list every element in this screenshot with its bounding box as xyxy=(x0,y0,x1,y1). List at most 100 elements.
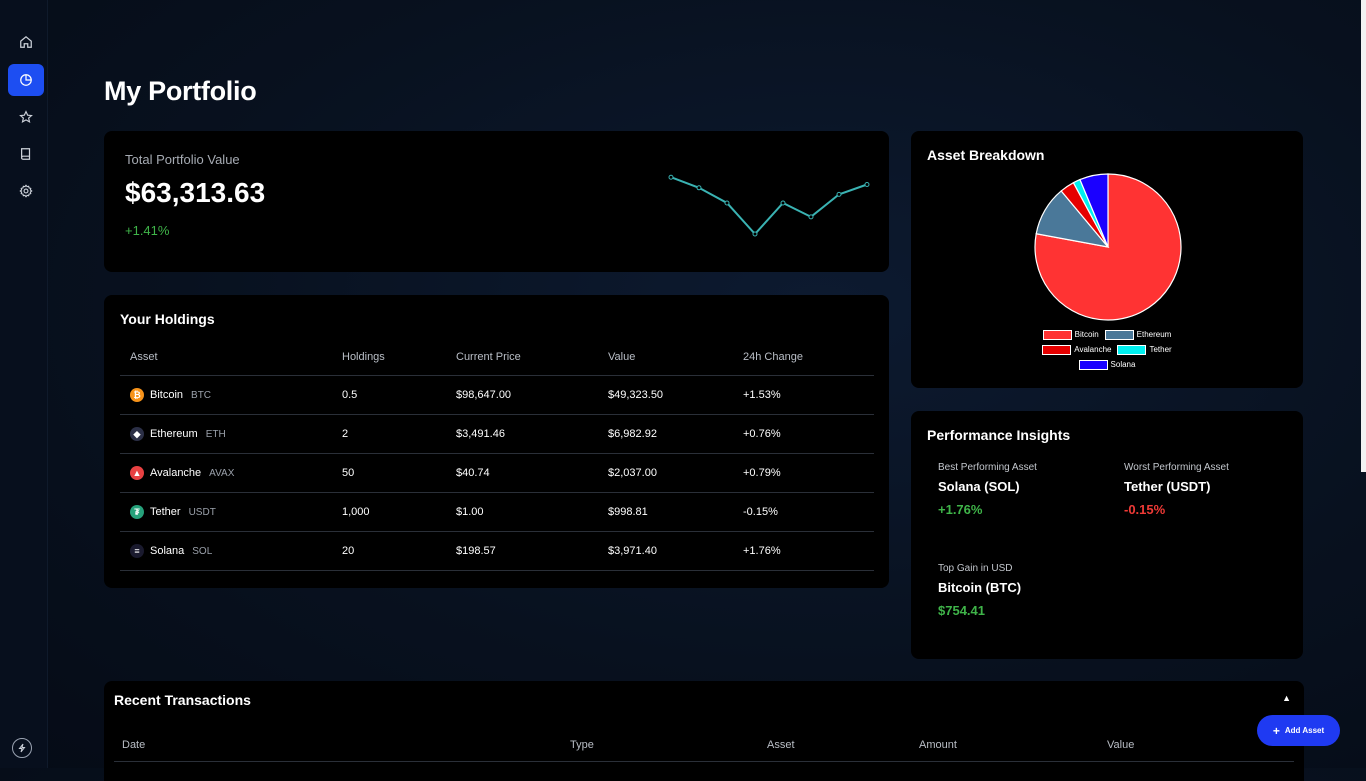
change-cell: +0.76% xyxy=(733,414,874,454)
column-header-value[interactable]: Value xyxy=(1107,739,1134,751)
holdings-cell: 2 xyxy=(332,414,446,454)
sidebar-item-portfolio[interactable] xyxy=(8,64,44,96)
worst-asset-label: Worst Performing Asset xyxy=(1124,462,1229,473)
asset-symbol: AVAX xyxy=(209,467,235,479)
legend-label: Tether xyxy=(1149,345,1172,354)
column-header-change[interactable]: 24h Change xyxy=(733,339,874,376)
price-cell: $98,647.00 xyxy=(446,375,598,415)
total-value-card: Total Portfolio Value $63,313.63 +1.41% xyxy=(104,131,889,272)
holdings-cell: 20 xyxy=(332,531,446,571)
price-cell: $3,491.46 xyxy=(446,414,598,454)
worst-asset-name: Tether (USDT) xyxy=(1124,479,1211,494)
table-row[interactable]: ₿ Bitcoin BTC 0.5 $98,647.00 $49,323.50 +1.53% xyxy=(120,375,874,415)
sparkline-point[interactable] xyxy=(752,231,758,237)
performance-insights-card: Performance Insights Best Performing Ass… xyxy=(911,411,1303,659)
legend-label: Avalanche xyxy=(1074,345,1112,354)
worst-asset-block: Worst Performing Asset Tether (USDT) -0.… xyxy=(1124,462,1229,517)
column-header-amount[interactable]: Amount xyxy=(919,739,957,751)
worst-asset-change: -0.15% xyxy=(1124,502,1166,517)
table-row[interactable]: ≡ Solana SOL 20 $198.57 $3,971.40 +1.76% xyxy=(120,531,874,571)
pie-legend: Bitcoin Ethereum Avalanche Tether Solana xyxy=(911,327,1303,372)
asset-symbol: SOL xyxy=(192,545,213,557)
legend-item-avalanche[interactable]: Avalanche xyxy=(1042,344,1112,355)
value-cell: $2,037.00 xyxy=(598,453,733,493)
column-header-type[interactable]: Type xyxy=(570,739,594,751)
best-asset-name: Solana (SOL) xyxy=(938,479,1020,494)
holdings-header-row: Asset Holdings Current Price Value 24h C… xyxy=(120,339,874,376)
sidebar-item-learn[interactable] xyxy=(8,138,44,170)
value-cell: $3,971.40 xyxy=(598,531,733,571)
column-header-value[interactable]: Value xyxy=(598,339,733,376)
scrollbar[interactable] xyxy=(1361,0,1366,472)
sidebar-item-settings[interactable] xyxy=(8,175,44,207)
change-cell: +1.53% xyxy=(733,375,874,415)
column-header-price[interactable]: Current Price xyxy=(446,339,598,376)
table-row[interactable]: ◆ Ethereum ETH 2 $3,491.46 $6,982.92 +0.76% xyxy=(120,414,874,454)
bitcoin-icon: ₿ xyxy=(130,388,144,402)
recent-transactions-title: Recent Transactions xyxy=(114,692,251,708)
column-header-asset[interactable]: Asset xyxy=(120,339,332,376)
asset-name: Bitcoin xyxy=(150,389,184,401)
asset-cell: ▲ Avalanche AVAX xyxy=(120,453,332,493)
solana-icon: ≡ xyxy=(130,544,144,558)
top-gain-block: Top Gain in USD Bitcoin (BTC) $754.41 xyxy=(938,563,1021,618)
sidebar-item-favorites[interactable] xyxy=(8,101,44,133)
asset-cell: ₮ Tether USDT xyxy=(120,492,332,532)
sparkline-point[interactable] xyxy=(864,182,870,187)
sparkline-point[interactable] xyxy=(836,191,842,197)
tether-icon: ₮ xyxy=(130,505,144,519)
holdings-cell: 0.5 xyxy=(332,375,446,415)
holdings-cell: 50 xyxy=(332,453,446,493)
pie-chart-icon xyxy=(20,74,32,86)
collapse-transactions-button[interactable]: ▲ xyxy=(1282,693,1291,703)
sparkline-point[interactable] xyxy=(668,174,674,180)
legend-item-tether[interactable]: Tether xyxy=(1117,344,1172,355)
legend-item-ethereum[interactable]: Ethereum xyxy=(1104,329,1171,340)
value-cell: $6,982.92 xyxy=(598,414,733,454)
sparkline-point[interactable] xyxy=(780,200,786,206)
portfolio-sparkline xyxy=(668,174,870,237)
column-header-holdings[interactable]: Holdings xyxy=(332,339,446,376)
star-icon xyxy=(19,110,33,124)
legend-swatch xyxy=(1042,329,1072,340)
column-header-asset[interactable]: Asset xyxy=(767,739,795,751)
add-asset-button[interactable]: + Add Asset xyxy=(1257,715,1340,746)
sidebar xyxy=(0,0,48,768)
legend-swatch xyxy=(1117,344,1147,355)
best-asset-label: Best Performing Asset xyxy=(938,462,1037,473)
legend-item-solana[interactable]: Solana xyxy=(1078,359,1135,370)
recent-transactions-card: Recent Transactions ▲ Date Type Asset Am… xyxy=(104,681,1304,781)
avalanche-icon: ▲ xyxy=(130,466,144,480)
sparkline-point[interactable] xyxy=(696,185,702,191)
column-header-date[interactable]: Date xyxy=(122,739,145,751)
total-value-amount: $63,313.63 xyxy=(125,177,266,208)
table-row[interactable]: ▲ Avalanche AVAX 50 $40.74 $2,037.00 +0.79% xyxy=(120,453,874,493)
change-cell: +0.79% xyxy=(733,453,874,493)
change-cell: -0.15% xyxy=(733,492,874,532)
table-row[interactable]: ₮ Tether USDT 1,000 $1.00 $998.81 -0.15% xyxy=(120,492,874,532)
total-value-label: Total Portfolio Value xyxy=(125,152,240,167)
asset-cell: ₿ Bitcoin BTC xyxy=(120,375,332,415)
sidebar-item-home[interactable] xyxy=(8,26,44,58)
asset-breakdown-title: Asset Breakdown xyxy=(927,147,1045,163)
asset-symbol: USDT xyxy=(188,506,216,518)
performance-insights-title: Performance Insights xyxy=(927,427,1071,443)
top-gain-name: Bitcoin (BTC) xyxy=(938,580,1022,595)
quick-action-button[interactable] xyxy=(12,738,32,758)
value-cell: $998.81 xyxy=(598,492,733,532)
legend-item-bitcoin[interactable]: Bitcoin xyxy=(1042,329,1099,340)
sparkline-point[interactable] xyxy=(808,214,814,220)
ethereum-icon: ◆ xyxy=(130,427,144,441)
add-asset-label: Add Asset xyxy=(1284,726,1325,735)
gear-icon xyxy=(19,184,33,198)
page-title: My Portfolio xyxy=(104,76,257,106)
holdings-title: Your Holdings xyxy=(120,311,215,327)
holdings-card: Your Holdings Asset Holdings Current Pri… xyxy=(104,295,889,588)
total-value-change: +1.41% xyxy=(125,223,170,238)
value-cell: $49,323.50 xyxy=(598,375,733,415)
sparkline-point[interactable] xyxy=(724,200,730,206)
holdings-table: Asset Holdings Current Price Value 24h C… xyxy=(120,339,874,571)
legend-swatch xyxy=(1042,344,1072,355)
bolt-icon xyxy=(18,743,26,753)
legend-swatch xyxy=(1078,359,1108,370)
